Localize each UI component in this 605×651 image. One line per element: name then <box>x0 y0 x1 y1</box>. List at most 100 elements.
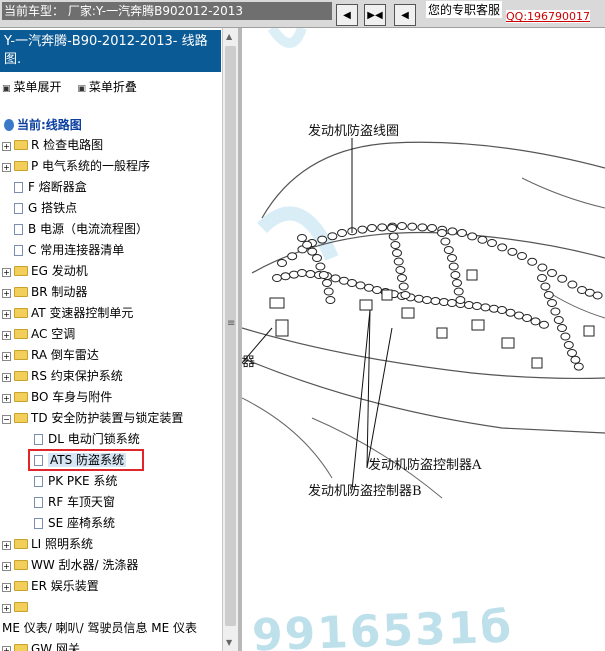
expand-node-icon[interactable]: + <box>2 562 11 571</box>
expand-node-icon[interactable]: + <box>2 604 11 613</box>
customer-service-label: 您的专职客服 <box>426 1 503 18</box>
harness-bead <box>272 274 282 282</box>
harness-bead <box>540 282 551 291</box>
harness-bead <box>567 349 577 357</box>
expand-node-icon[interactable]: + <box>2 541 11 550</box>
tree-item[interactable]: C 常用连接器清单 <box>14 241 124 259</box>
harness-bead <box>388 232 399 241</box>
harness-bead <box>427 224 437 232</box>
harness-bead <box>537 274 547 282</box>
tree-item[interactable]: + RS 约束保护系统 <box>2 367 123 385</box>
scroll-thumb[interactable] <box>225 46 236 626</box>
tree-item-selected[interactable]: ATS 防盗系统 <box>27 449 145 471</box>
expand-node-icon[interactable]: + <box>2 646 11 651</box>
page-icon <box>34 497 43 508</box>
tree-item[interactable]: + AC 空调 <box>2 325 75 343</box>
prev-page-button[interactable]: ◀ <box>336 4 358 26</box>
tree-item[interactable]: B 电源（电流流程图） <box>14 220 148 238</box>
harness-bead <box>393 257 404 266</box>
expand-menu-button[interactable]: ▣ 菜单展开 <box>2 80 68 94</box>
current-location: 当前:线路图 <box>4 116 82 133</box>
tree-item[interactable]: + P 电气系统的一般程序 <box>2 157 150 175</box>
page-icon <box>34 518 43 529</box>
harness-bead <box>452 279 462 287</box>
scroll-down-icon[interactable]: ▼ <box>226 638 232 647</box>
harness-bead <box>397 274 407 282</box>
diagram-viewer[interactable]: 发动机防盗线圈 发动机防盗控制器A 发动机防盗控制器B 器 9916531б <box>242 28 605 651</box>
tree-item[interactable]: + R 检查电路图 <box>2 136 103 154</box>
harness-bead <box>537 263 548 272</box>
harness-bead <box>573 362 584 371</box>
harness-bead <box>395 266 406 274</box>
tree-item[interactable]: G 搭铁点 <box>14 199 77 217</box>
page-icon <box>14 182 23 193</box>
tree-item[interactable]: SE 座椅系统 <box>34 514 115 532</box>
current-location-label: 当前:线路图 <box>17 118 82 132</box>
harness-bead <box>477 235 488 244</box>
tree-item[interactable]: DL 电动门锁系统 <box>34 430 140 448</box>
folder-icon <box>14 560 28 570</box>
harness-bead <box>453 287 464 296</box>
tree-item[interactable]: PK PKE 系统 <box>34 472 117 490</box>
label-immobilizer-coil: 发动机防盗线圈 <box>308 124 400 139</box>
harness-bead <box>557 324 567 332</box>
expand-node-icon[interactable]: + <box>2 142 11 151</box>
harness-bead <box>447 299 457 307</box>
tree-item[interactable]: + RA 倒车雷达 <box>2 346 99 364</box>
tree-item-label: R 检查电路图 <box>31 138 104 152</box>
tree-item[interactable]: + ER 娱乐装置 <box>2 577 99 595</box>
harness-bead <box>390 241 401 249</box>
expand-node-icon[interactable]: + <box>2 352 11 361</box>
harness-bead <box>372 286 382 294</box>
tree-item-label: RA 倒车雷达 <box>31 348 99 362</box>
toggle-button[interactable]: ▶◀ <box>364 4 386 26</box>
harness-bead <box>497 243 508 252</box>
expand-node-icon[interactable]: + <box>2 394 11 403</box>
tree-item[interactable]: + WW 刮水器/ 洗涤器 <box>2 556 138 574</box>
qq-link[interactable]: QQ:196790017 <box>506 10 591 23</box>
page-icon <box>14 224 23 235</box>
expand-node-icon[interactable]: + <box>2 583 11 592</box>
tree-item[interactable]: + EG 发动机 <box>2 262 88 280</box>
tree-item-label: PK PKE 系统 <box>48 474 118 488</box>
tree-item-label: G 搭铁点 <box>28 201 78 215</box>
app-window: 当前车型： 厂家:Y-一汽奔腾B902012-2013 ◀ ▶◀ ◀ 您的专职客… <box>0 0 605 651</box>
tree-item[interactable]: F 熔断器盒 <box>14 178 87 196</box>
tree-item[interactable]: + LI 照明系统 <box>2 535 93 553</box>
harness-bead <box>322 279 332 287</box>
expand-node-icon[interactable]: + <box>2 331 11 340</box>
harness-bead <box>557 274 568 283</box>
scroll-up-icon[interactable]: ▲ <box>226 32 232 41</box>
tree-item[interactable]: + GW 网关 <box>2 640 80 651</box>
harness-bead <box>448 262 459 271</box>
tree-item[interactable]: + AT 变速器控制单元 <box>2 304 133 322</box>
next-page-button[interactable]: ◀ <box>394 4 416 26</box>
expand-node-icon[interactable]: + <box>2 310 11 319</box>
tree-item-label: C 常用连接器清单 <box>28 243 125 257</box>
splitter-grip-icon[interactable]: ≡ <box>227 318 235 329</box>
folder-icon <box>14 602 28 612</box>
folder-icon <box>14 140 28 150</box>
collapse-menu-button[interactable]: ▣ 菜单折叠 <box>77 80 143 94</box>
tree-item-label: ER 娱乐装置 <box>31 579 99 593</box>
tree-item-label: WW 刮水器/ 洗涤器 <box>31 558 139 572</box>
tree-item[interactable]: ME 仪表/ 喇叭/ 驾驶员信息 ME 仪表 <box>2 619 197 637</box>
harness-bead <box>302 240 313 249</box>
tree-item-label: F 熔断器盒 <box>28 180 87 194</box>
harness-bead <box>307 247 318 256</box>
tree-item[interactable]: + <box>2 598 31 616</box>
page-icon <box>14 203 23 214</box>
tree-item[interactable]: RF 车顶天窗 <box>34 493 115 511</box>
folder-icon <box>14 266 28 276</box>
expand-node-icon[interactable]: + <box>2 268 11 277</box>
tree-item[interactable]: + BR 制动器 <box>2 283 87 301</box>
collapse-node-icon[interactable]: − <box>2 415 11 424</box>
harness-bead <box>497 306 507 314</box>
tree-scrollbar[interactable]: ▲ ▼ <box>222 28 238 651</box>
harness-bead <box>398 282 409 291</box>
expand-node-icon[interactable]: + <box>2 289 11 298</box>
tree-item[interactable]: + BO 车身与附件 <box>2 388 112 406</box>
expand-node-icon[interactable]: + <box>2 373 11 382</box>
tree-item[interactable]: − TD 安全防护装置与锁定装置 <box>2 409 183 427</box>
expand-node-icon[interactable]: + <box>2 163 11 172</box>
